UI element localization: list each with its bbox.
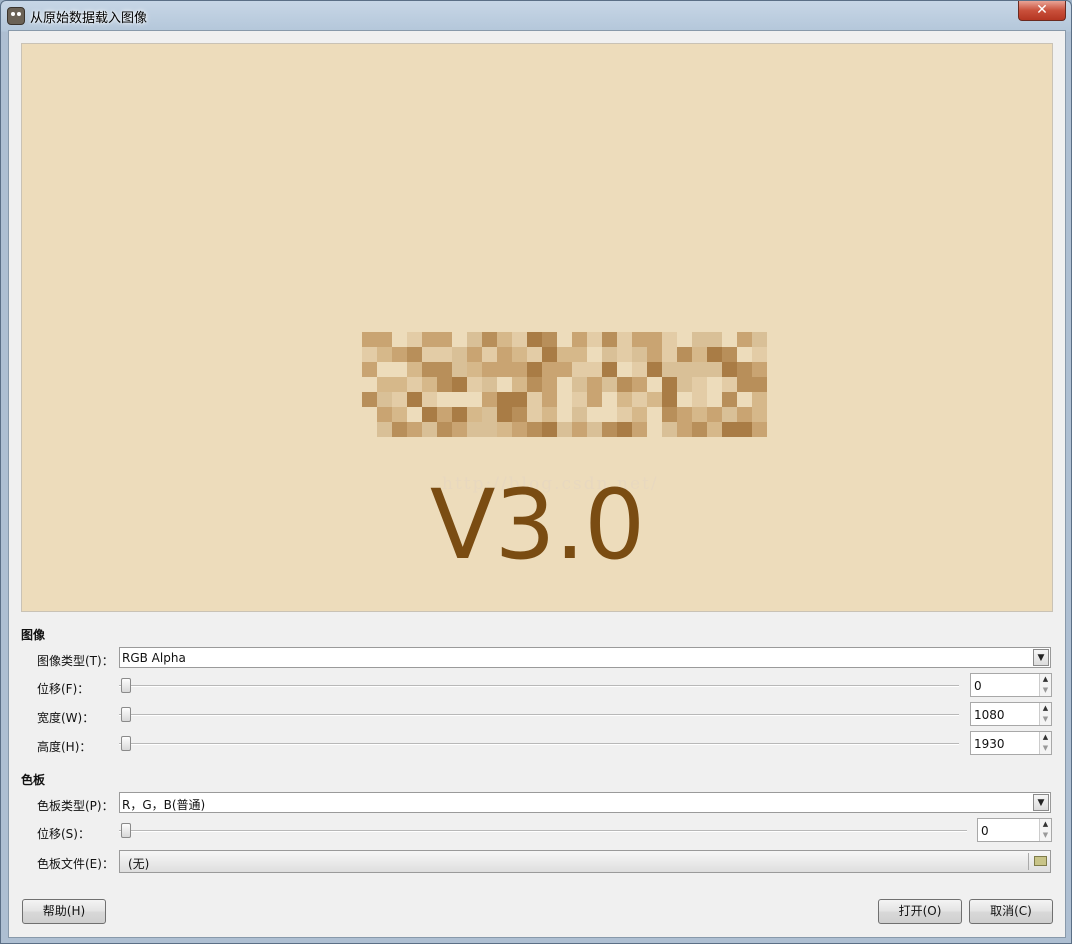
image-offset-label: 位移(F)： <box>37 682 90 696</box>
spin-down-icon[interactable]: ▼ <box>1039 685 1051 696</box>
image-height-spinbox[interactable]: 1930 ▲ ▼ <box>970 731 1052 755</box>
palette-file-chooser[interactable]: (无) <box>119 850 1051 873</box>
spin-up-icon[interactable]: ▲ <box>1039 674 1051 685</box>
palette-file-label: 色板文件(E)： <box>37 857 114 871</box>
chevron-down-icon[interactable]: ▼ <box>1033 794 1049 811</box>
image-offset-spinbox[interactable]: 0 ▲ ▼ <box>970 673 1052 697</box>
palette-offset-value: 0 <box>981 824 989 838</box>
image-preview: http://blog.csdn.net/ V3.0 <box>21 43 1053 612</box>
image-type-combo[interactable]: RGB Alpha ▼ <box>119 647 1051 668</box>
image-offset-value: 0 <box>974 679 982 693</box>
image-width-label: 宽度(W)： <box>37 711 95 725</box>
palette-offset-slider[interactable] <box>119 830 967 832</box>
palette-file-value: (无) <box>128 857 150 871</box>
image-height-value: 1930 <box>974 737 1005 751</box>
image-height-slider-thumb[interactable] <box>121 736 131 751</box>
cancel-button[interactable]: 取消(C) <box>969 899 1053 924</box>
image-section-heading: 图像 <box>21 628 46 642</box>
image-width-spinbox[interactable]: 1080 ▲ ▼ <box>970 702 1052 726</box>
chevron-down-icon[interactable]: ▼ <box>1033 649 1049 666</box>
image-height-slider[interactable] <box>119 743 959 745</box>
version-text: V3.0 <box>429 469 645 581</box>
image-height-label: 高度(H)： <box>37 740 92 754</box>
window-title: 从原始数据载入图像 <box>30 11 148 26</box>
image-offset-slider-thumb[interactable] <box>121 678 131 693</box>
image-width-slider[interactable] <box>119 714 959 716</box>
dialog-client-area: http://blog.csdn.net/ V3.0 图像 图像类型(T)： R… <box>8 30 1066 938</box>
image-type-value: RGB Alpha <box>122 651 186 665</box>
image-width-value: 1080 <box>974 708 1005 722</box>
spin-up-icon[interactable]: ▲ <box>1039 732 1051 743</box>
spin-up-icon[interactable]: ▲ <box>1039 703 1051 714</box>
palette-type-label: 色板类型(P)： <box>37 799 114 813</box>
palette-type-value: R，G，B(普通) <box>122 798 206 812</box>
spin-down-icon[interactable]: ▼ <box>1039 830 1051 841</box>
spin-up-icon[interactable]: ▲ <box>1039 819 1051 830</box>
gimp-app-icon <box>7 7 25 25</box>
pixelated-logo-text <box>362 332 768 438</box>
folder-icon[interactable] <box>1034 856 1047 866</box>
palette-offset-slider-thumb[interactable] <box>121 823 131 838</box>
palette-offset-spinbox[interactable]: 0 ▲ ▼ <box>977 818 1052 842</box>
title-bar[interactable]: 从原始数据载入图像 ✕ <box>1 1 1071 29</box>
image-type-label: 图像类型(T)： <box>37 654 114 668</box>
spin-down-icon[interactable]: ▼ <box>1039 714 1051 725</box>
help-button[interactable]: 帮助(H) <box>22 899 106 924</box>
close-button[interactable]: ✕ <box>1018 1 1066 21</box>
image-offset-slider[interactable] <box>119 685 959 687</box>
image-width-slider-thumb[interactable] <box>121 707 131 722</box>
open-button[interactable]: 打开(O) <box>878 899 962 924</box>
palette-section-heading: 色板 <box>21 773 46 787</box>
divider <box>1028 853 1029 870</box>
palette-offset-label: 位移(S)： <box>37 827 90 841</box>
dialog-window: 从原始数据载入图像 ✕ http://blog.csdn.net/ V3.0 图… <box>0 0 1072 944</box>
spin-down-icon[interactable]: ▼ <box>1039 743 1051 754</box>
palette-type-combo[interactable]: R，G，B(普通) ▼ <box>119 792 1051 813</box>
